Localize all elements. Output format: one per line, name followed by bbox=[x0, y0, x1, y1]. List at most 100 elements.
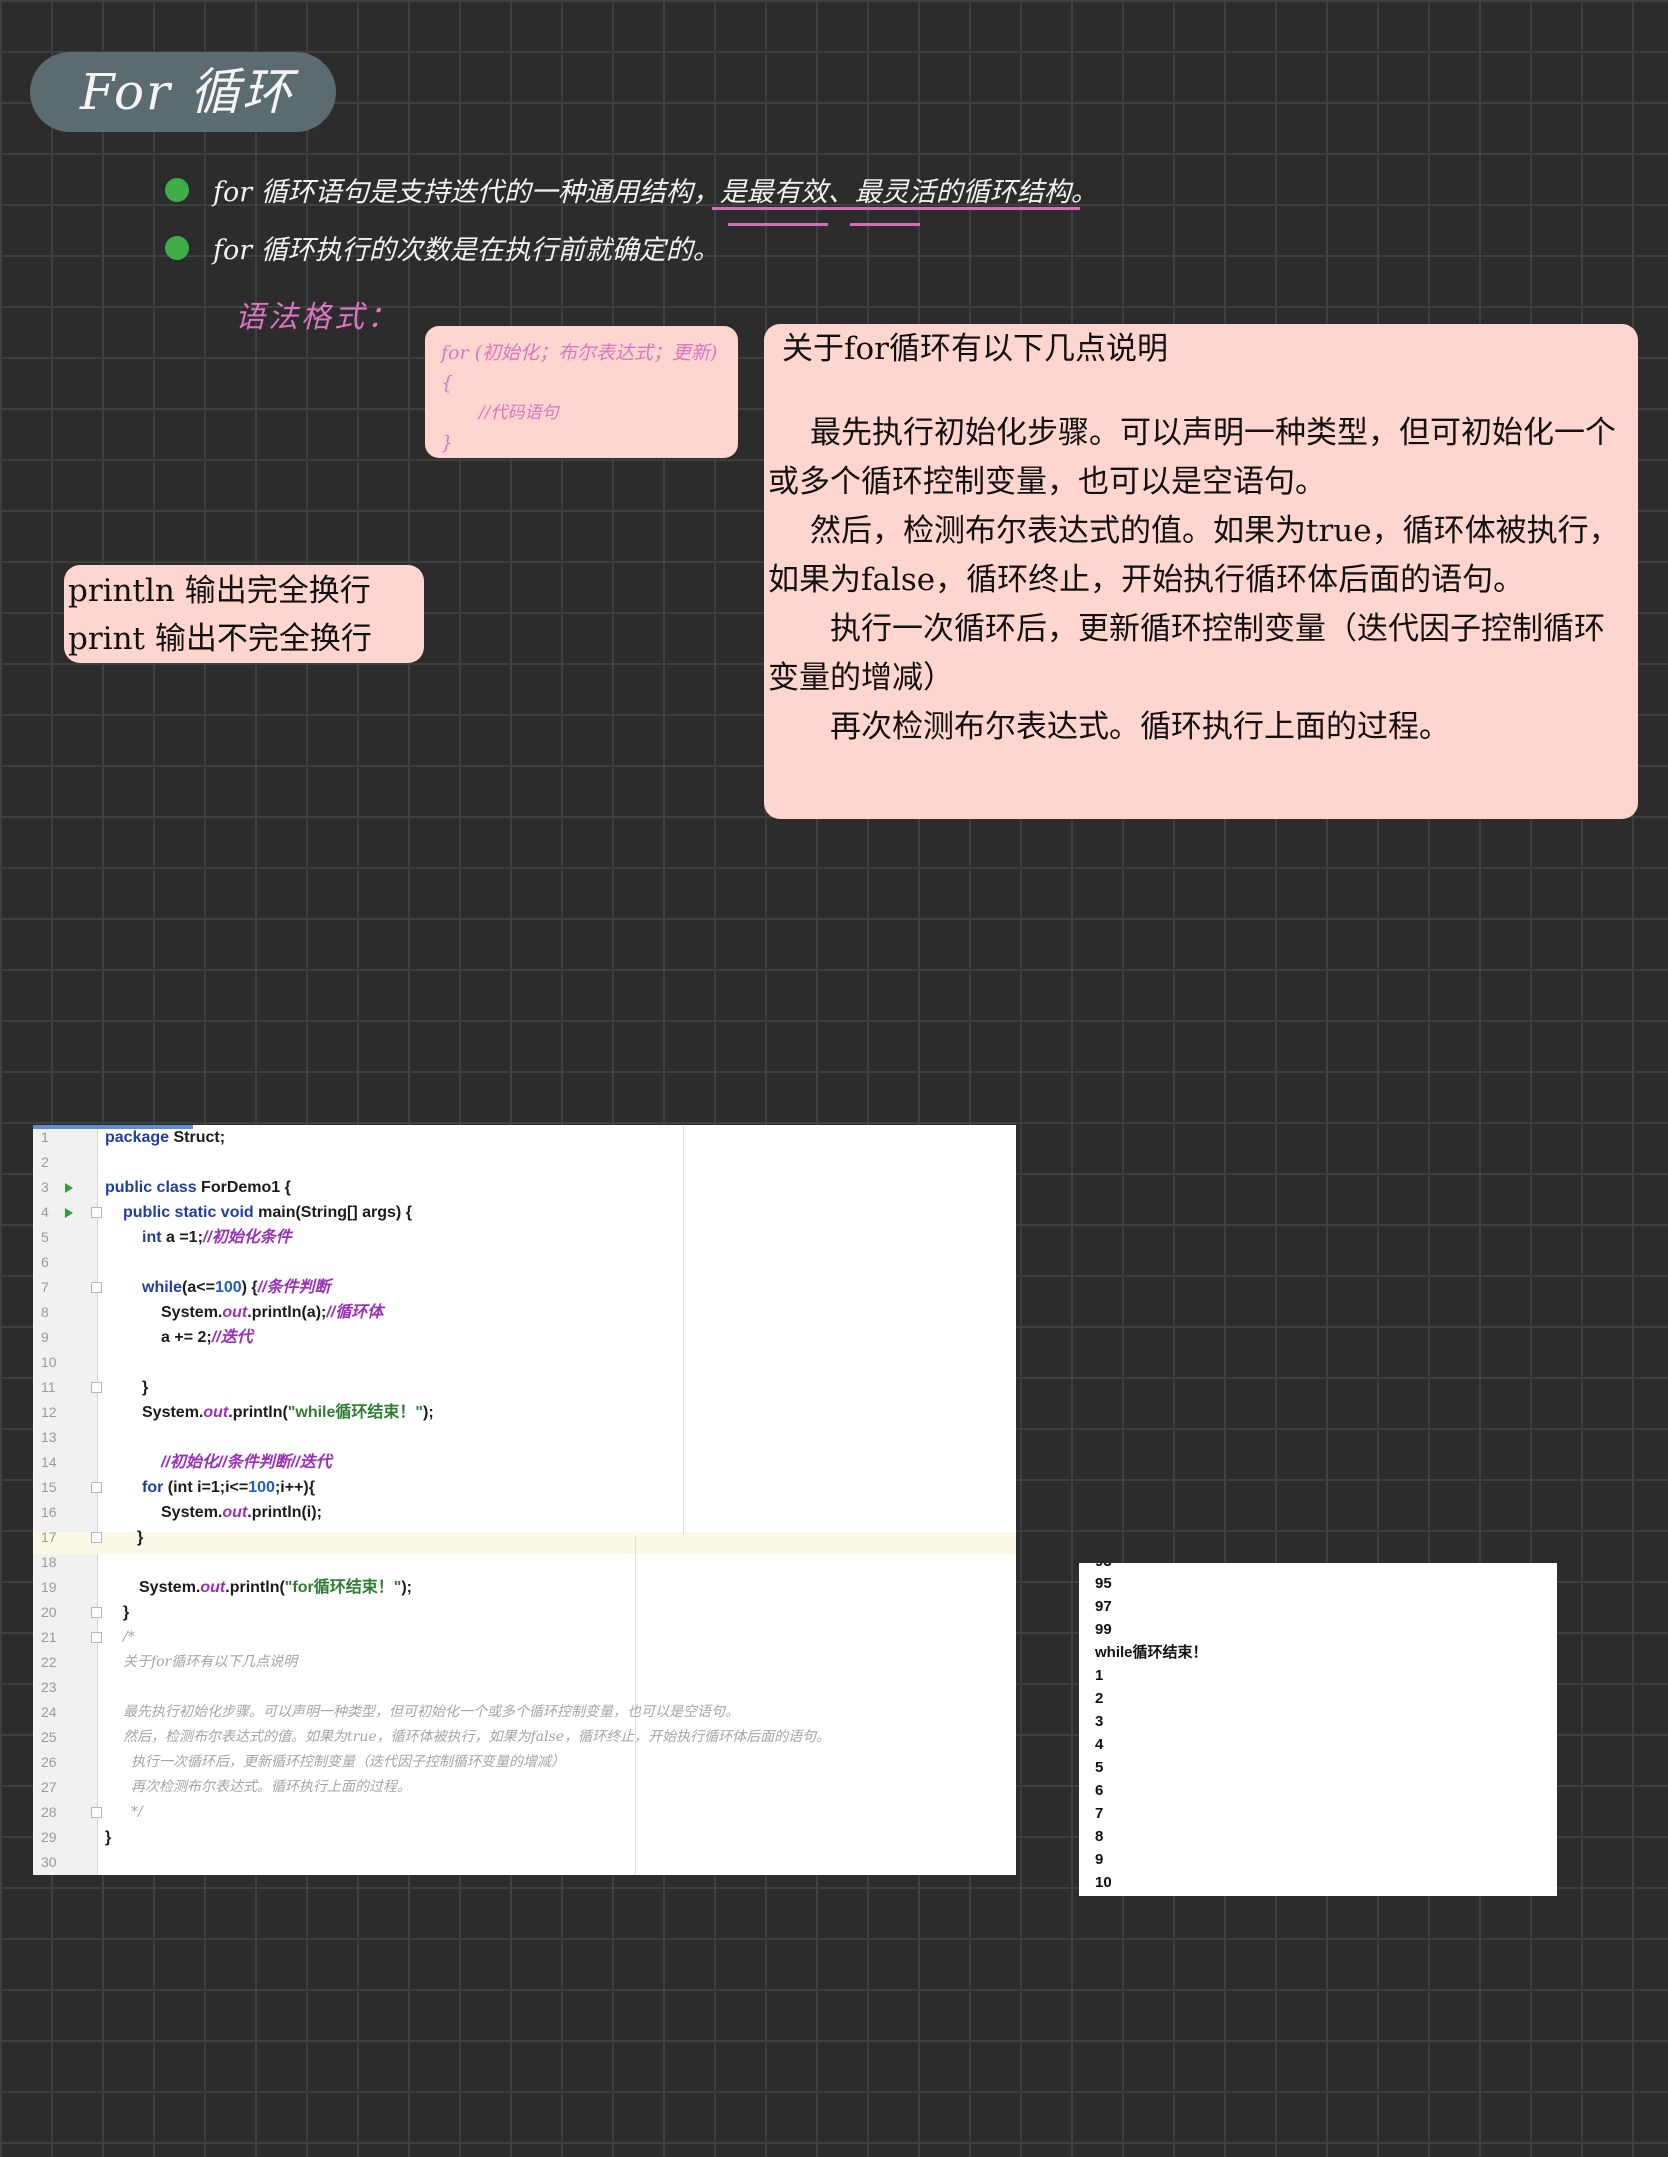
line-number: 25 bbox=[41, 1729, 57, 1745]
fold-icon[interactable] bbox=[91, 1207, 102, 1218]
console-line: 95 bbox=[1095, 1575, 1112, 1592]
notes-paragraph: 再次检测布尔表达式。循环执行上面的过程。 bbox=[830, 709, 1450, 745]
line-number: 23 bbox=[41, 1679, 57, 1695]
code-text: int a =1;//初始化条件 bbox=[142, 1229, 292, 1246]
highlight-underline bbox=[712, 207, 1080, 210]
console-line: 4 bbox=[1095, 1736, 1104, 1753]
code-text: package Struct; bbox=[105, 1129, 226, 1146]
code-text: while(a<=100) {//条件判断 bbox=[142, 1279, 331, 1296]
fold-icon[interactable] bbox=[91, 1382, 102, 1393]
console-line: 1 bbox=[1095, 1667, 1104, 1684]
line-number: 21 bbox=[41, 1629, 57, 1645]
bullet-dot-icon bbox=[165, 177, 189, 202]
line-number: 14 bbox=[41, 1454, 57, 1470]
code-text: System.out.println(i); bbox=[161, 1504, 322, 1521]
console-line: while循环结束！ bbox=[1095, 1644, 1208, 1661]
code-text: public static void main(String[] args) { bbox=[123, 1204, 412, 1221]
bullet-item: for 循环语句是支持迭代的一种通用结构，是最有效、最灵活的循环结构。 bbox=[165, 170, 1098, 209]
console-line: 3 bbox=[1095, 1713, 1104, 1730]
line-number: 20 bbox=[41, 1604, 57, 1620]
line-number: 6 bbox=[41, 1254, 49, 1270]
code-comment: 最先执行初始化步骤。可以声明一种类型，但可初始化一个或多个循环控制变量，也可以是… bbox=[123, 1704, 739, 1720]
line-number: 7 bbox=[41, 1279, 49, 1295]
line-number: 15 bbox=[41, 1479, 57, 1495]
line-number: 29 bbox=[41, 1829, 57, 1845]
code-editor-screenshot: 1 package Struct; 2 3 public class ForDemo… bbox=[33, 1125, 1016, 1875]
line-number: 16 bbox=[41, 1504, 57, 1520]
code-text: System.out.println("for循环结束！"); bbox=[139, 1579, 412, 1596]
code-comment: */ bbox=[131, 1804, 143, 1820]
fold-icon[interactable] bbox=[91, 1532, 102, 1543]
run-arrow-icon[interactable] bbox=[65, 1183, 73, 1193]
notes-title: 关于for循环有以下几点说明 bbox=[782, 331, 1168, 367]
fold-icon[interactable] bbox=[91, 1482, 102, 1493]
syntax-card: for (初始化；布尔表达式；更新) { //代码语句 } bbox=[425, 326, 738, 458]
line-number: 5 bbox=[41, 1229, 49, 1245]
line-number: 17 bbox=[41, 1529, 57, 1545]
line-number: 9 bbox=[41, 1329, 49, 1345]
line-number: 11 bbox=[41, 1379, 56, 1395]
line-number: 24 bbox=[41, 1704, 57, 1720]
console-line: 2 bbox=[1095, 1690, 1104, 1707]
code-text: } bbox=[137, 1529, 144, 1546]
console-line: 7 bbox=[1095, 1805, 1104, 1822]
line-number: 28 bbox=[41, 1804, 57, 1820]
code-text: //初始化//条件判断//迭代 bbox=[161, 1454, 332, 1471]
line-number: 26 bbox=[41, 1754, 57, 1770]
console-line: 6 bbox=[1095, 1782, 1104, 1799]
notes-card: 关于for循环有以下几点说明 最先执行初始化步骤。可以声明一种类型，但可初始化一… bbox=[764, 324, 1638, 819]
line-number: 1 bbox=[41, 1129, 49, 1145]
page-title: For 循环 bbox=[30, 52, 336, 132]
console-line: 99 bbox=[1095, 1621, 1112, 1638]
bullet-dot-icon bbox=[165, 235, 189, 260]
console-output-screenshot: 93 95 97 99 while循环结束！ 1 2 3 4 5 6 7 8 9… bbox=[1079, 1563, 1557, 1896]
console-line: 9 bbox=[1095, 1851, 1104, 1868]
line-number: 30 bbox=[41, 1854, 57, 1870]
console-line: 8 bbox=[1095, 1828, 1104, 1845]
console-line: 5 bbox=[1095, 1759, 1104, 1776]
print-note-line: print 输出不完全换行 bbox=[68, 621, 372, 657]
syntax-line: for (初始化；布尔表达式；更新) { bbox=[441, 342, 718, 394]
bullet-text: for 循环执行的次数是在执行前就确定的。 bbox=[213, 235, 720, 266]
line-number: 2 bbox=[41, 1154, 49, 1170]
print-note-line: println 输出完全换行 bbox=[68, 573, 371, 609]
highlight-underline bbox=[728, 223, 828, 226]
line-number: 12 bbox=[41, 1404, 57, 1420]
fold-icon[interactable] bbox=[91, 1282, 102, 1293]
code-text: } bbox=[142, 1379, 149, 1396]
print-note-card: println 输出完全换行 print 输出不完全换行 bbox=[64, 565, 424, 663]
fold-icon[interactable] bbox=[91, 1807, 102, 1818]
line-number: 18 bbox=[41, 1554, 57, 1570]
fold-icon[interactable] bbox=[91, 1632, 102, 1643]
run-arrow-icon[interactable] bbox=[65, 1208, 73, 1218]
code-text: System.out.println("while循环结束！"); bbox=[142, 1404, 434, 1421]
bullet-text: for 循环语句是支持迭代的一种通用结构，是最有效、最灵活的循环结构。 bbox=[213, 177, 1098, 208]
console-line: 10 bbox=[1095, 1874, 1112, 1891]
code-text: } bbox=[105, 1829, 112, 1846]
bullet-item: for 循环执行的次数是在执行前就确定的。 bbox=[165, 228, 720, 267]
code-text: public class ForDemo1 { bbox=[105, 1179, 291, 1196]
notes-paragraph: 最先执行初始化步骤。可以声明一种类型，但可初始化一个或多个循环控制变量，也可以是… bbox=[768, 415, 1616, 500]
code-comment: 再次检测布尔表达式。循环执行上面的过程。 bbox=[131, 1779, 411, 1795]
code-text: a += 2;//迭代 bbox=[161, 1329, 253, 1346]
code-comment: /* bbox=[123, 1629, 135, 1645]
console-line: 97 bbox=[1095, 1598, 1112, 1615]
code-text: System.out.println(a);//循环体 bbox=[161, 1304, 384, 1321]
syntax-label: 语法格式： bbox=[235, 300, 400, 335]
code-text: for (int i=1;i<=100;i++){ bbox=[142, 1479, 315, 1496]
notes-paragraph: 执行一次循环后，更新循环控制变量（迭代因子控制循环变量的增减） bbox=[768, 611, 1605, 696]
code-comment: 关于for循环有以下几点说明 bbox=[123, 1654, 298, 1670]
line-number: 8 bbox=[41, 1304, 49, 1320]
notes-paragraph: 然后，检测布尔表达式的值。如果为true，循环体被执行，如果为false，循环终… bbox=[768, 513, 1620, 598]
line-number: 13 bbox=[41, 1429, 57, 1445]
code-comment: 然后，检测布尔表达式的值。如果为true，循环体被执行，如果为false，循环终… bbox=[123, 1729, 831, 1745]
syntax-line: } bbox=[441, 432, 454, 454]
line-number: 19 bbox=[41, 1579, 57, 1595]
code-text: } bbox=[123, 1604, 130, 1621]
highlight-underline bbox=[850, 223, 920, 226]
fold-icon[interactable] bbox=[91, 1607, 102, 1618]
console-line: 93 bbox=[1095, 1563, 1112, 1573]
syntax-line: //代码语句 bbox=[479, 403, 559, 423]
line-number: 22 bbox=[41, 1654, 57, 1670]
code-comment: 执行一次循环后，更新循环控制变量（迭代因子控制循环变量的增减） bbox=[131, 1754, 565, 1770]
